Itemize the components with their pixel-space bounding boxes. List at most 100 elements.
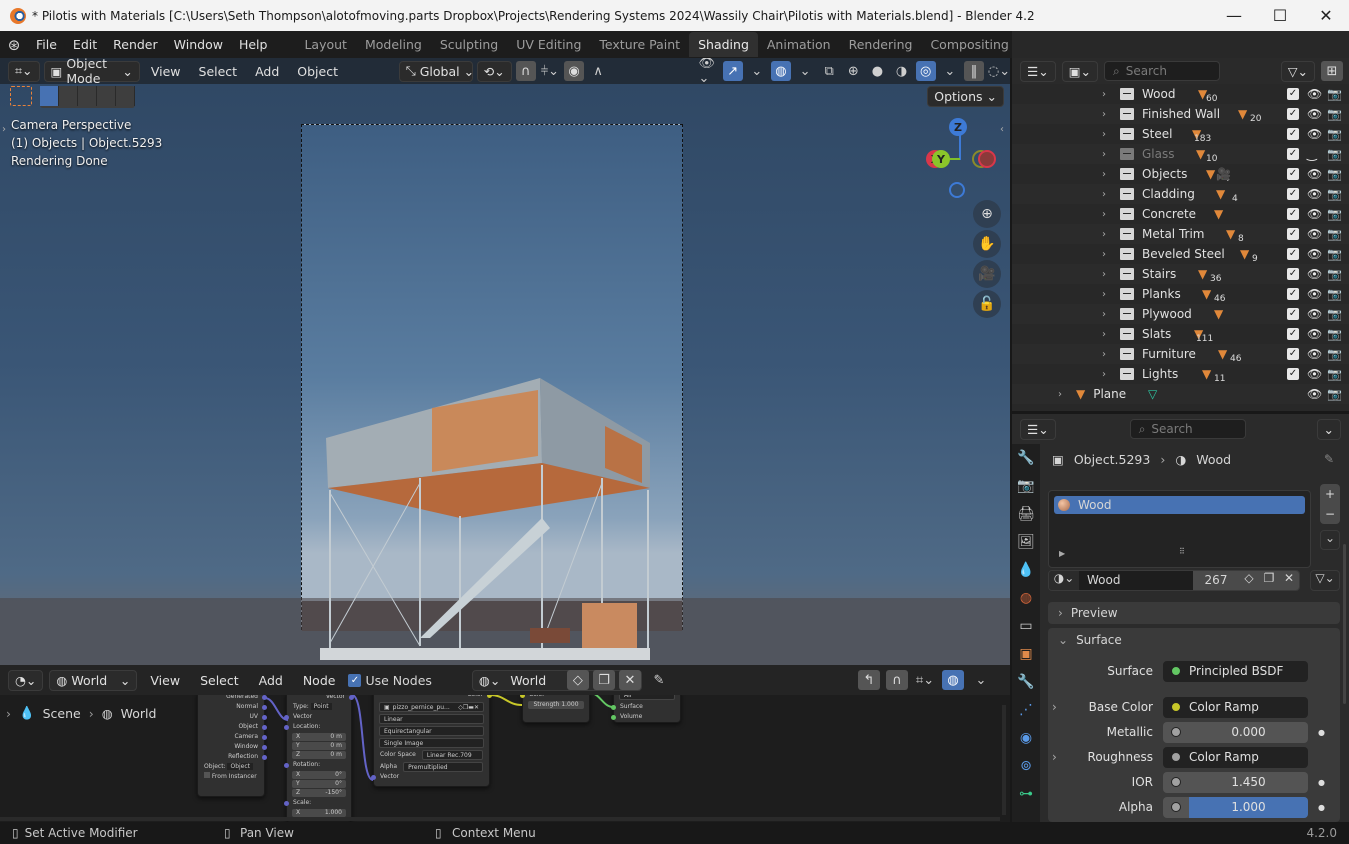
eye-icon[interactable]: 👁 — [1307, 87, 1322, 101]
render-camera-icon[interactable]: 📷 — [1327, 367, 1342, 381]
mode-dropdown[interactable]: ▣ Object Mode ⌄ — [43, 58, 140, 86]
use-nodes-toggle[interactable]: ✓ Use Nodes — [348, 673, 432, 688]
render-camera-icon[interactable]: 📷 — [1327, 247, 1342, 261]
expand-chevron-icon[interactable]: › — [1102, 169, 1116, 180]
visibility-icon[interactable]: 👁⌄ — [699, 58, 719, 86]
viewport-render-icon[interactable]: ◌⌄ — [988, 61, 1010, 81]
proportional-edit-icon[interactable]: ◉ — [563, 61, 585, 81]
node-menu-select[interactable]: Select — [193, 673, 246, 688]
render-camera-icon[interactable]: 📷 — [1327, 87, 1342, 101]
output-tab-icon[interactable]: 🖨 — [1012, 500, 1040, 528]
eye-icon[interactable]: 👁 — [1307, 287, 1322, 301]
surface-panel-header[interactable]: ⌄ Surface — [1048, 628, 1340, 652]
outliner-row[interactable]: › Planks ▼ 46 ✓ 👁 📷 — [1012, 284, 1349, 304]
browse-material-icon[interactable]: ◑⌄ — [1049, 571, 1079, 590]
viewport-menu-add[interactable]: Add — [248, 64, 286, 79]
pin-icon[interactable]: ✎ — [1324, 452, 1334, 466]
render-camera-icon[interactable]: 📷 — [1327, 167, 1342, 181]
tab-modeling[interactable]: Modeling — [356, 32, 431, 57]
pivot-dropdown[interactable]: ⟲⌄ — [476, 60, 512, 82]
breadcrumb-expand-icon[interactable]: › — [6, 706, 11, 721]
eye-icon[interactable]: 👁 — [1307, 227, 1322, 241]
link-mode-dropdown[interactable]: ▽⌄ — [1310, 570, 1340, 591]
shading-solid-icon[interactable]: ● — [867, 61, 887, 81]
minimize-button[interactable]: — — [1211, 6, 1257, 25]
eye-icon[interactable]: 👁 — [1307, 127, 1322, 141]
outliner-search-input[interactable]: ⌕ Search — [1103, 61, 1220, 81]
exclude-checkbox[interactable]: ✓ — [1287, 368, 1299, 380]
falloff-icon[interactable]: ∧ — [588, 61, 608, 81]
material-slot-item[interactable]: Wood — [1054, 496, 1305, 514]
expand-chevron-icon[interactable]: › — [1102, 269, 1116, 280]
render-camera-icon[interactable]: 📷 — [1327, 107, 1342, 121]
duplicate-world-icon[interactable]: ❐ — [592, 670, 615, 690]
property-field[interactable]: 1.000 — [1163, 796, 1308, 818]
socket-dot-icon[interactable] — [1171, 727, 1181, 737]
outliner-row[interactable]: › Slats ▼ 111 ✓ 👁 📷 — [1012, 324, 1349, 344]
eye-icon[interactable]: 👁 — [1307, 207, 1322, 221]
unlink-material-icon[interactable]: ✕ — [1279, 571, 1299, 590]
gizmo-dropdown-icon[interactable]: ⌄ — [747, 61, 767, 81]
exclude-checkbox[interactable]: ✓ — [1287, 308, 1299, 320]
vertical-scrollbar[interactable] — [1002, 705, 1006, 815]
eye-icon[interactable]: 👁 — [1307, 247, 1322, 261]
mode-set-icon[interactable] — [40, 86, 59, 106]
socket-dot-icon[interactable] — [1171, 666, 1181, 676]
mode-invert-icon[interactable] — [97, 86, 116, 106]
world-datablock[interactable]: ◍⌄ World ◇ ❐ ✕ — [471, 669, 642, 691]
new-collection-icon[interactable]: ⊞ — [1321, 61, 1343, 81]
preview-panel-header[interactable]: › Preview — [1048, 602, 1340, 624]
tab-compositing[interactable]: Compositing — [921, 32, 1017, 57]
render-camera-icon[interactable]: 📷 — [1327, 387, 1342, 401]
render-camera-icon[interactable]: 📷 — [1327, 147, 1342, 161]
snap-toggle-icon[interactable]: ∩ — [515, 61, 536, 81]
expand-chevron-icon[interactable]: › — [1102, 209, 1116, 220]
eye-icon[interactable]: 👁 — [1307, 347, 1322, 361]
toolbar-expand-icon[interactable]: › — [2, 124, 6, 135]
node-editor-type-dropdown[interactable]: ◔⌄ — [8, 669, 44, 691]
lock-icon[interactable]: 🔓 — [973, 290, 1001, 318]
eye-icon[interactable]: 👁 — [1307, 107, 1322, 121]
exclude-checkbox[interactable]: ✓ — [1287, 168, 1299, 180]
snap-target-icon[interactable]: ⫩⌄ — [540, 61, 560, 81]
eye-icon[interactable]: 👁 — [1307, 327, 1322, 341]
tab-texture-paint[interactable]: Texture Paint — [590, 32, 689, 57]
outliner-row[interactable]: › Plywood ▼ ✓ 👁 📷 — [1012, 304, 1349, 324]
outliner-row[interactable]: › Lights ▼ 11 ✓ 👁 📷 — [1012, 364, 1349, 384]
property-field[interactable]: Color Ramp — [1163, 696, 1308, 718]
tab-uv-editing[interactable]: UV Editing — [507, 32, 590, 57]
unlink-world-icon[interactable]: ✕ — [618, 670, 641, 690]
user-count[interactable]: 267 — [1193, 571, 1239, 590]
shading-rendered-icon[interactable]: ◎ — [915, 61, 936, 81]
expand-chevron-icon[interactable]: › — [1102, 309, 1116, 320]
scene-tab-icon[interactable]: 💧 — [1012, 556, 1040, 584]
menu-help[interactable]: Help — [231, 37, 276, 52]
outliner-row[interactable]: › Glass ▼ 10 ✓ ‿ 📷 — [1012, 144, 1349, 164]
render-camera-icon[interactable]: 📷 — [1327, 347, 1342, 361]
filter-dropdown[interactable]: ▽⌄ — [1280, 60, 1315, 82]
exclude-checkbox[interactable]: ✓ — [1287, 248, 1299, 260]
duplicate-material-icon[interactable]: ❐ — [1259, 571, 1279, 590]
expand-chevron-icon[interactable]: › — [1102, 329, 1116, 340]
render-camera-icon[interactable]: 📷 — [1327, 287, 1342, 301]
mode-intersect-icon[interactable] — [116, 86, 135, 106]
properties-options-dropdown[interactable]: ⌄ — [1316, 418, 1341, 440]
menu-window[interactable]: Window — [166, 37, 231, 52]
gizmo-y-axis[interactable]: Y — [932, 150, 950, 168]
expand-chevron-icon[interactable]: › — [1102, 149, 1116, 160]
exclude-checkbox[interactable]: ✓ — [1287, 208, 1299, 220]
exclude-checkbox[interactable]: ✓ — [1287, 268, 1299, 280]
node-menu-add[interactable]: Add — [252, 673, 290, 688]
collection-tab-icon[interactable]: ▭ — [1012, 612, 1040, 640]
tab-shading[interactable]: Shading — [689, 32, 758, 57]
resize-grip-icon[interactable]: ⠿ — [1179, 547, 1185, 556]
eye-icon[interactable]: 👁 — [1307, 367, 1322, 381]
expand-chevron-icon[interactable]: › — [1058, 389, 1072, 400]
remove-slot-icon[interactable]: − — [1325, 507, 1335, 521]
outliner-editor-type-dropdown[interactable]: ☰⌄ — [1020, 60, 1056, 82]
expand-chevron-icon[interactable]: › — [1102, 229, 1116, 240]
shading-dropdown-icon[interactable]: ⌄ — [940, 61, 960, 81]
expand-chevron-icon[interactable]: › — [1048, 750, 1064, 764]
node-menu-node[interactable]: Node — [296, 673, 343, 688]
maximize-button[interactable]: ☐ — [1257, 6, 1303, 25]
